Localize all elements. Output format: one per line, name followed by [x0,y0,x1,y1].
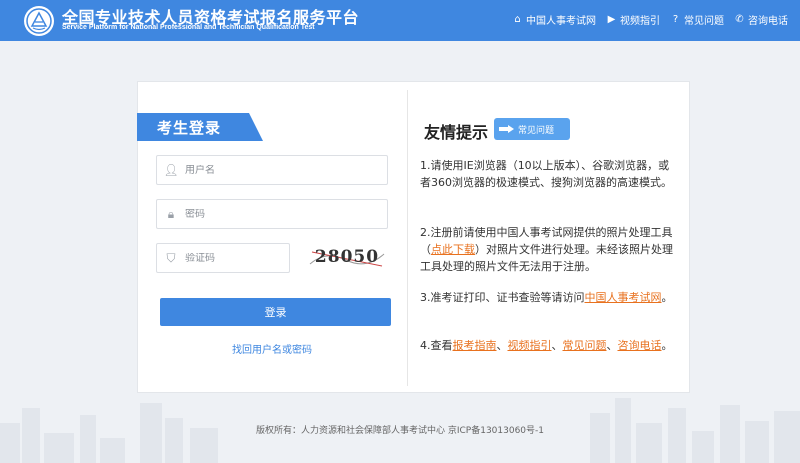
site-logo[interactable] [24,6,54,36]
download-link[interactable]: 点此下载 [431,243,475,256]
find-account-link[interactable]: 找回用户名或密码 [232,341,312,356]
faq-badge-label: 常见问题 [518,125,555,136]
faq-badge-button[interactable]: 常见问题 [494,118,570,140]
nav-item-phone[interactable]: ✆ 咨询电话 [734,12,788,27]
nav-item-faq[interactable]: ? 常见问题 [670,12,724,27]
tips-title: 友情提示 [424,123,489,142]
card-divider [407,90,408,386]
tip-admission: 3.准考证打印、证书查验等请访问中国人事考试网。 [420,289,678,306]
nav-item-video[interactable]: ▶ 视频指引 [606,12,660,27]
captcha-input[interactable] [185,252,285,264]
site-subtitle: Service Platform for National Profession… [62,24,315,31]
tip4-sep: 、 [551,339,563,352]
faq-link[interactable]: 常见问题 [563,339,607,352]
phone-icon: ✆ [735,14,744,25]
nav-label: 中国人事考试网 [526,16,596,27]
tip-photo-tool: 2.注册前请使用中国人事考试网提供的照片处理工具（点此下载）对照片文件进行处理。… [420,224,678,275]
lock-icon: 🔒︎ [167,206,175,221]
top-nav: ⌂ 中国人事考试网 ▶ 视频指引 ? 常见问题 ✆ 咨询电话 [512,12,788,27]
tip4-text-a: 4.查看 [420,339,453,352]
password-input[interactable] [185,208,375,220]
captcha-image[interactable]: 28050 [306,242,388,272]
header-bar: 全国专业技术人员资格考试报名服务平台 Service Platform for … [0,0,800,41]
copyright-text: 版权所有：人力资源和社会保障部人事考试中心 京ICP备13013060号-1 [255,426,544,436]
login-tab-label: 考生登录 [157,119,222,137]
question-icon: ? [672,14,679,25]
nav-label: 常见问题 [684,16,724,27]
tip3-text-a: 3.准考证打印、证书查验等请访问 [420,291,585,304]
password-field[interactable]: 🔒︎ [156,199,388,229]
nav-label: 咨询电话 [748,16,788,27]
tip4-sep: 、 [496,339,508,352]
nav-item-cpta[interactable]: ⌂ 中国人事考试网 [512,12,596,27]
username-field[interactable]: 👤︎ [156,155,388,185]
pointing-hand-icon [499,125,514,133]
logo-emblem-icon [26,8,52,34]
nav-label: 视频指引 [620,16,660,27]
cpta-link[interactable]: 中国人事考试网 [585,291,662,304]
tip-browser: 1.请使用IE浏览器（10以上版本）、谷歌浏览器，或者360浏览器的极速模式、搜… [420,159,672,189]
shield-icon: ⛉ [166,250,176,265]
captcha-field[interactable]: ⛉ [156,243,290,273]
captcha-text: 28050 [314,247,380,267]
tip4-sep: 、 [606,339,618,352]
login-button[interactable]: 登录 [160,298,391,326]
video-link[interactable]: 视频指引 [508,339,552,352]
user-icon: 👤︎ [163,163,179,177]
phone-link[interactable]: 咨询电话 [618,339,662,352]
username-input[interactable] [185,164,375,176]
tip-help-links: 4.查看报考指南、视频指引、常见问题、咨询电话。 [420,337,678,354]
tip3-text-b: 。 [661,291,673,304]
tip4-text-b: 。 [661,339,673,352]
home-icon: ⌂ [514,14,521,25]
play-icon: ▶ [607,14,616,25]
login-tab[interactable]: 考生登录 [137,113,263,141]
guide-link[interactable]: 报考指南 [453,339,497,352]
